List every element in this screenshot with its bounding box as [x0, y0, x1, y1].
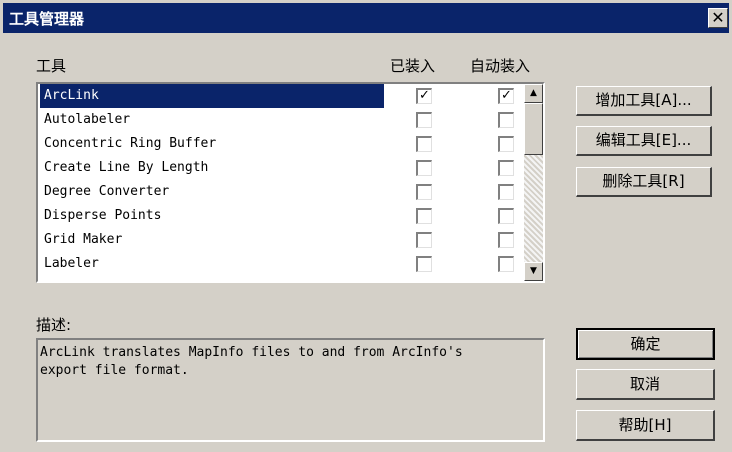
scroll-down-button[interactable]: ▼: [524, 262, 543, 281]
loaded-checkbox[interactable]: [416, 256, 432, 272]
tool-name: Autolabeler: [44, 112, 131, 127]
autoload-column-header: 自动装入: [470, 57, 531, 75]
loaded-column-header: 已装入: [390, 57, 436, 75]
tool-row[interactable]: Concentric Ring Buffer: [40, 132, 525, 156]
scroll-thumb[interactable]: [524, 103, 543, 155]
loaded-checkbox[interactable]: [416, 184, 432, 200]
description-text: ArcLink translates MapInfo files to and …: [40, 345, 463, 378]
autoload-checkbox[interactable]: [498, 136, 514, 152]
list-scrollbar[interactable]: ▲ ▼: [524, 84, 543, 281]
title-bar[interactable]: 工具管理器 ✕: [3, 3, 729, 33]
window-title: 工具管理器: [9, 10, 85, 28]
loaded-checkbox[interactable]: [416, 112, 432, 128]
tool-name: Degree Converter: [44, 184, 170, 199]
autoload-checkbox[interactable]: [498, 160, 514, 176]
help-button[interactable]: 帮助[H]: [576, 410, 715, 441]
tool-row[interactable]: Autolabeler: [40, 108, 525, 132]
cancel-button[interactable]: 取消: [576, 369, 715, 400]
autoload-checkbox[interactable]: [498, 184, 514, 200]
autoload-checkbox[interactable]: [498, 256, 514, 272]
tools-list[interactable]: ArcLink ✓ ✓ Autolabeler Concentric Ring Buff…: [36, 82, 545, 283]
tool-row[interactable]: Grid Maker: [40, 228, 525, 252]
loaded-checkbox[interactable]: [416, 160, 432, 176]
loaded-checkbox[interactable]: ✓: [416, 88, 432, 104]
tool-row[interactable]: Labeler: [40, 252, 525, 276]
autoload-checkbox[interactable]: [498, 232, 514, 248]
close-button[interactable]: ✕: [708, 8, 728, 28]
tool-row[interactable]: ArcLink ✓ ✓: [40, 84, 525, 108]
tool-name: Labeler: [44, 256, 99, 271]
description-box: ArcLink translates MapInfo files to and …: [36, 338, 545, 442]
tool-row[interactable]: Create Line By Length: [40, 156, 525, 180]
scroll-up-button[interactable]: ▲: [524, 84, 543, 103]
delete-tool-button[interactable]: 删除工具[R]: [576, 167, 712, 197]
tool-row[interactable]: Disperse Points: [40, 204, 525, 228]
loaded-checkbox[interactable]: [416, 232, 432, 248]
tool-name: ArcLink: [40, 84, 384, 108]
tool-column-header: 工具: [36, 57, 67, 75]
edit-tool-button[interactable]: 编辑工具[E]...: [576, 126, 712, 156]
autoload-checkbox[interactable]: [498, 208, 514, 224]
description-label: 描述:: [36, 316, 72, 334]
autoload-checkbox[interactable]: [498, 112, 514, 128]
tool-name: Disperse Points: [44, 208, 162, 223]
ok-button[interactable]: 确定: [576, 328, 715, 360]
tool-name: Concentric Ring Buffer: [44, 136, 217, 151]
loaded-checkbox[interactable]: [416, 208, 432, 224]
autoload-checkbox[interactable]: ✓: [498, 88, 514, 104]
loaded-checkbox[interactable]: [416, 136, 432, 152]
tool-row[interactable]: Degree Converter: [40, 180, 525, 204]
tool-name: Grid Maker: [44, 232, 123, 247]
tool-manager-dialog: 工具管理器 ✕ 工具 已装入 自动装入 ArcLink ✓ ✓ Autolabeler…: [0, 0, 732, 452]
tool-name: Create Line By Length: [44, 160, 209, 175]
add-tool-button[interactable]: 增加工具[A]...: [576, 86, 712, 116]
